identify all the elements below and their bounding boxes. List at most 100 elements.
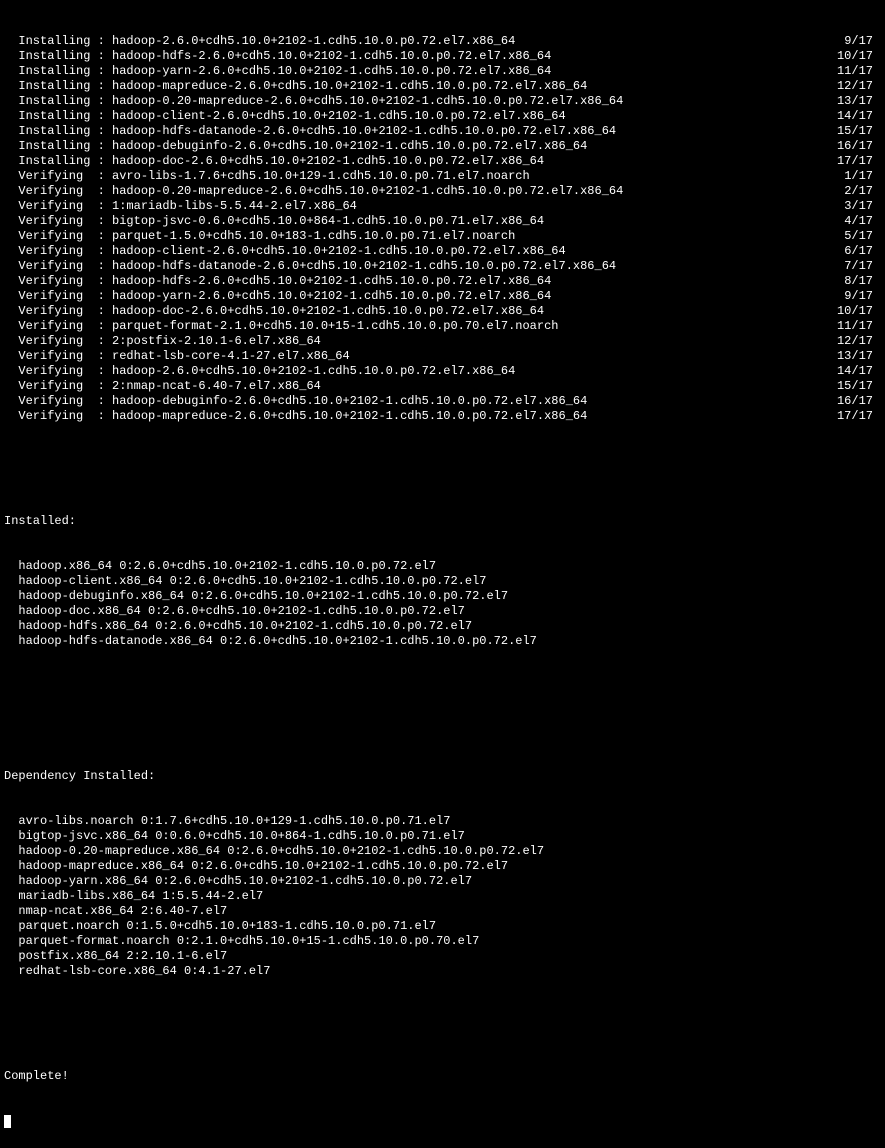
progress-text: Installing : hadoop-client-2.6.0+cdh5.10… (4, 109, 813, 124)
progress-line: Verifying : hadoop-0.20-mapreduce-2.6.0+… (4, 184, 885, 199)
progress-count: 1/17 (813, 169, 885, 184)
progress-count: 9/17 (813, 34, 885, 49)
progress-count: 13/17 (813, 349, 885, 364)
progress-text: Installing : hadoop-2.6.0+cdh5.10.0+2102… (4, 34, 813, 49)
dependency-installed-item: hadoop-mapreduce.x86_64 0:2.6.0+cdh5.10.… (4, 859, 885, 874)
progress-text: Verifying : avro-libs-1.7.6+cdh5.10.0+12… (4, 169, 813, 184)
progress-count: 3/17 (813, 199, 885, 214)
progress-count: 12/17 (813, 334, 885, 349)
progress-text: Verifying : hadoop-hdfs-2.6.0+cdh5.10.0+… (4, 274, 813, 289)
complete-line: Complete! (4, 1069, 885, 1084)
progress-list: Installing : hadoop-2.6.0+cdh5.10.0+2102… (4, 34, 885, 424)
progress-line: Verifying : hadoop-hdfs-2.6.0+cdh5.10.0+… (4, 274, 885, 289)
progress-text: Verifying : hadoop-client-2.6.0+cdh5.10.… (4, 244, 813, 259)
dependency-installed-item: redhat-lsb-core.x86_64 0:4.1-27.el7 (4, 964, 885, 979)
installed-item: hadoop-doc.x86_64 0:2.6.0+cdh5.10.0+2102… (4, 604, 885, 619)
progress-line: Verifying : redhat-lsb-core-4.1-27.el7.x… (4, 349, 885, 364)
progress-text: Installing : hadoop-doc-2.6.0+cdh5.10.0+… (4, 154, 813, 169)
installed-item: hadoop-hdfs.x86_64 0:2.6.0+cdh5.10.0+210… (4, 619, 885, 634)
progress-text: Verifying : hadoop-2.6.0+cdh5.10.0+2102-… (4, 364, 813, 379)
progress-text: Installing : hadoop-yarn-2.6.0+cdh5.10.0… (4, 64, 813, 79)
progress-count: 10/17 (813, 304, 885, 319)
progress-count: 11/17 (813, 319, 885, 334)
progress-text: Verifying : bigtop-jsvc-0.6.0+cdh5.10.0+… (4, 214, 813, 229)
progress-count: 7/17 (813, 259, 885, 274)
progress-text: Verifying : 2:postfix-2.10.1-6.el7.x86_6… (4, 334, 813, 349)
dependency-installed-item: mariadb-libs.x86_64 1:5.5.44-2.el7 (4, 889, 885, 904)
progress-line: Installing : hadoop-debuginfo-2.6.0+cdh5… (4, 139, 885, 154)
progress-text: Installing : hadoop-hdfs-datanode-2.6.0+… (4, 124, 813, 139)
progress-count: 9/17 (813, 289, 885, 304)
dependency-installed-item: hadoop-0.20-mapreduce.x86_64 0:2.6.0+cdh… (4, 844, 885, 859)
cursor-icon (4, 1115, 11, 1128)
progress-line: Installing : hadoop-client-2.6.0+cdh5.10… (4, 109, 885, 124)
installed-item: hadoop.x86_64 0:2.6.0+cdh5.10.0+2102-1.c… (4, 559, 885, 574)
installed-item: hadoop-client.x86_64 0:2.6.0+cdh5.10.0+2… (4, 574, 885, 589)
progress-line: Verifying : 2:postfix-2.10.1-6.el7.x86_6… (4, 334, 885, 349)
progress-count: 10/17 (813, 49, 885, 64)
progress-line: Verifying : hadoop-client-2.6.0+cdh5.10.… (4, 244, 885, 259)
dependency-installed-item: hadoop-yarn.x86_64 0:2.6.0+cdh5.10.0+210… (4, 874, 885, 889)
dependency-installed-item: nmap-ncat.x86_64 2:6.40-7.el7 (4, 904, 885, 919)
progress-text: Verifying : redhat-lsb-core-4.1-27.el7.x… (4, 349, 813, 364)
dependency-installed-item: postfix.x86_64 2:2.10.1-6.el7 (4, 949, 885, 964)
progress-line: Verifying : hadoop-mapreduce-2.6.0+cdh5.… (4, 409, 885, 424)
progress-count: 17/17 (813, 409, 885, 424)
progress-line: Installing : hadoop-yarn-2.6.0+cdh5.10.0… (4, 64, 885, 79)
progress-text: Verifying : parquet-1.5.0+cdh5.10.0+183-… (4, 229, 813, 244)
dependency-installed-item: parquet.noarch 0:1.5.0+cdh5.10.0+183-1.c… (4, 919, 885, 934)
progress-count: 15/17 (813, 379, 885, 394)
progress-text: Verifying : parquet-format-2.1.0+cdh5.10… (4, 319, 813, 334)
progress-count: 8/17 (813, 274, 885, 289)
terminal-output: Installing : hadoop-2.6.0+cdh5.10.0+2102… (0, 0, 885, 1148)
progress-text: Verifying : hadoop-doc-2.6.0+cdh5.10.0+2… (4, 304, 813, 319)
prompt-line[interactable] (4, 1114, 885, 1129)
progress-text: Installing : hadoop-hdfs-2.6.0+cdh5.10.0… (4, 49, 813, 64)
dependency-installed-section: Dependency Installed: avro-libs.noarch 0… (4, 739, 885, 1009)
progress-line: Verifying : 2:nmap-ncat-6.40-7.el7.x86_6… (4, 379, 885, 394)
progress-count: 16/17 (813, 394, 885, 409)
progress-line: Installing : hadoop-hdfs-datanode-2.6.0+… (4, 124, 885, 139)
progress-text: Verifying : hadoop-hdfs-datanode-2.6.0+c… (4, 259, 813, 274)
installed-list: hadoop.x86_64 0:2.6.0+cdh5.10.0+2102-1.c… (4, 559, 885, 649)
progress-text: Verifying : hadoop-yarn-2.6.0+cdh5.10.0+… (4, 289, 813, 304)
installed-item: hadoop-debuginfo.x86_64 0:2.6.0+cdh5.10.… (4, 589, 885, 604)
progress-count: 16/17 (813, 139, 885, 154)
progress-count: 4/17 (813, 214, 885, 229)
progress-count: 11/17 (813, 64, 885, 79)
progress-line: Installing : hadoop-0.20-mapreduce-2.6.0… (4, 94, 885, 109)
progress-line: Installing : hadoop-hdfs-2.6.0+cdh5.10.0… (4, 49, 885, 64)
progress-text: Verifying : hadoop-debuginfo-2.6.0+cdh5.… (4, 394, 813, 409)
progress-text: Verifying : hadoop-mapreduce-2.6.0+cdh5.… (4, 409, 813, 424)
progress-count: 13/17 (813, 94, 885, 109)
installed-item: hadoop-hdfs-datanode.x86_64 0:2.6.0+cdh5… (4, 634, 885, 649)
installed-header: Installed: (4, 514, 885, 529)
progress-count: 14/17 (813, 364, 885, 379)
progress-text: Installing : hadoop-mapreduce-2.6.0+cdh5… (4, 79, 813, 94)
progress-text: Installing : hadoop-debuginfo-2.6.0+cdh5… (4, 139, 813, 154)
dependency-installed-item: bigtop-jsvc.x86_64 0:0.6.0+cdh5.10.0+864… (4, 829, 885, 844)
dependency-installed-header: Dependency Installed: (4, 769, 885, 784)
progress-line: Verifying : parquet-format-2.1.0+cdh5.10… (4, 319, 885, 334)
progress-line: Verifying : bigtop-jsvc-0.6.0+cdh5.10.0+… (4, 214, 885, 229)
progress-count: 6/17 (813, 244, 885, 259)
progress-count: 17/17 (813, 154, 885, 169)
progress-count: 14/17 (813, 109, 885, 124)
progress-text: Installing : hadoop-0.20-mapreduce-2.6.0… (4, 94, 813, 109)
installed-section: Installed: hadoop.x86_64 0:2.6.0+cdh5.10… (4, 484, 885, 679)
dependency-installed-item: avro-libs.noarch 0:1.7.6+cdh5.10.0+129-1… (4, 814, 885, 829)
progress-text: Verifying : 2:nmap-ncat-6.40-7.el7.x86_6… (4, 379, 813, 394)
progress-line: Verifying : parquet-1.5.0+cdh5.10.0+183-… (4, 229, 885, 244)
dependency-installed-list: avro-libs.noarch 0:1.7.6+cdh5.10.0+129-1… (4, 814, 885, 979)
progress-line: Installing : hadoop-mapreduce-2.6.0+cdh5… (4, 79, 885, 94)
progress-line: Verifying : hadoop-doc-2.6.0+cdh5.10.0+2… (4, 304, 885, 319)
progress-line: Installing : hadoop-2.6.0+cdh5.10.0+2102… (4, 34, 885, 49)
progress-line: Verifying : hadoop-hdfs-datanode-2.6.0+c… (4, 259, 885, 274)
progress-text: Verifying : 1:mariadb-libs-5.5.44-2.el7.… (4, 199, 813, 214)
progress-line: Verifying : hadoop-2.6.0+cdh5.10.0+2102-… (4, 364, 885, 379)
progress-count: 15/17 (813, 124, 885, 139)
progress-line: Verifying : 1:mariadb-libs-5.5.44-2.el7.… (4, 199, 885, 214)
progress-count: 12/17 (813, 79, 885, 94)
progress-line: Verifying : avro-libs-1.7.6+cdh5.10.0+12… (4, 169, 885, 184)
progress-text: Verifying : hadoop-0.20-mapreduce-2.6.0+… (4, 184, 813, 199)
